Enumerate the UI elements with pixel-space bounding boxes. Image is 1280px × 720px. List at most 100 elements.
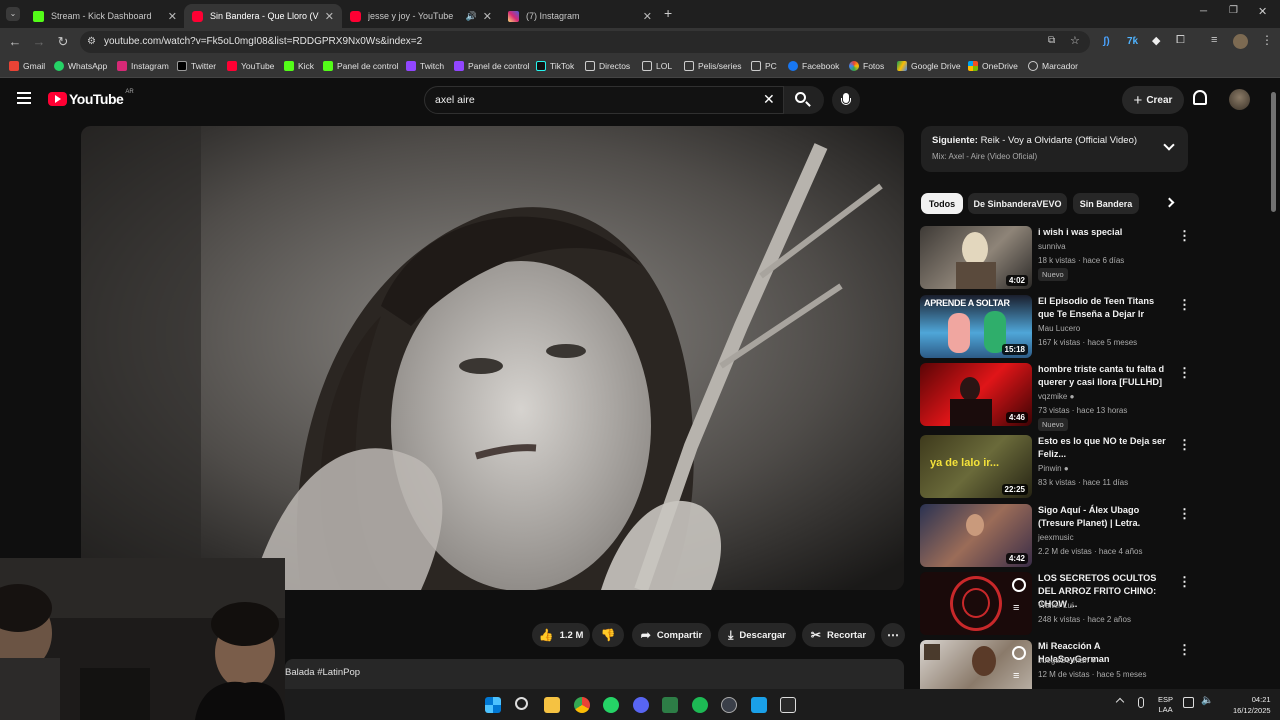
more-options-icon[interactable]: ⋮ — [1178, 365, 1191, 381]
back-button[interactable]: ← — [7, 34, 23, 50]
bookmark-onedrive[interactable]: OneDrive — [968, 61, 1018, 71]
extensions-puzzle-icon[interactable]: ⧠ — [1176, 34, 1185, 47]
dislike-button[interactable]: 👎 — [592, 623, 624, 647]
close-icon[interactable]: ✕ — [643, 10, 652, 23]
extension-icon[interactable]: ʃ) — [1103, 36, 1110, 47]
maximize-button[interactable]: ❐ — [1229, 5, 1238, 16]
bookmark-panel-kick[interactable]: Panel de control — [323, 61, 398, 71]
chip-todos[interactable]: Todos — [921, 193, 963, 214]
steam-icon[interactable] — [721, 697, 737, 713]
url-text[interactable]: youtube.com/watch?v=Fk5oL0mgI08&list=RDD… — [104, 36, 422, 47]
more-actions-button[interactable]: ⋯ — [881, 623, 905, 647]
recommendation-item[interactable]: 4:02 i wish i was special sunniva 18 k v… — [920, 226, 1191, 290]
app-icon[interactable] — [751, 697, 767, 713]
network-icon[interactable] — [1183, 697, 1194, 708]
audio-playing-icon[interactable]: 🔊 — [466, 11, 477, 22]
tab-kick-dashboard[interactable]: Stream - Kick Dashboard ✕ — [25, 4, 185, 28]
bookmark-google-drive[interactable]: Google Drive — [897, 61, 961, 71]
whatsapp-icon[interactable] — [603, 697, 619, 713]
add-to-queue-icon[interactable]: ≡ — [1013, 602, 1019, 614]
watch-later-icon[interactable] — [1012, 578, 1026, 592]
watch-later-icon[interactable] — [1012, 646, 1026, 660]
bookmark-twitter[interactable]: Twitter — [177, 61, 216, 71]
reload-button[interactable]: ↻ — [55, 34, 71, 50]
more-options-icon[interactable]: ⋮ — [1178, 228, 1191, 244]
playlist-panel[interactable]: Siguiente: Reik - Voy a Olvidarte (Offic… — [921, 126, 1188, 172]
expand-chevron-icon[interactable] — [1163, 139, 1175, 151]
omnibox[interactable]: ⚙ youtube.com/watch?v=Fk5oL0mgI08&list=R… — [80, 31, 1090, 53]
video-thumbnail[interactable]: 4:46 — [920, 363, 1032, 426]
more-options-icon[interactable]: ⋮ — [1178, 574, 1191, 590]
notifications-bell-icon[interactable] — [1193, 90, 1207, 105]
file-explorer-icon[interactable] — [544, 697, 560, 713]
close-window-button[interactable]: ✕ — [1258, 5, 1267, 18]
bookmark-star-icon[interactable]: ☆ — [1070, 34, 1080, 47]
tab-jesse-y-joy[interactable]: jesse y joy - YouTube 🔊 ✕ — [342, 4, 500, 28]
tab-instagram[interactable]: (7) Instagram ✕ — [500, 4, 660, 28]
youtube-logo[interactable]: YouTube AR — [48, 89, 134, 107]
epic-games-icon[interactable] — [780, 697, 796, 713]
recommendation-item[interactable]: 4:42 Sigo Aquí - Álex Ubago (Tresure Pla… — [920, 504, 1191, 568]
page-scrollbar[interactable] — [1271, 92, 1276, 212]
bookmark-twitch[interactable]: Twitch — [406, 61, 444, 71]
bookmark-youtube[interactable]: YouTube — [227, 61, 274, 71]
minimize-button[interactable]: ─ — [1200, 6, 1207, 17]
profile-avatar[interactable] — [1233, 34, 1248, 49]
bookmark-tiktok[interactable]: TikTok — [536, 61, 574, 71]
download-button[interactable]: ⤓ Descargar — [718, 623, 796, 647]
bookmark-gmail[interactable]: Gmail — [9, 61, 45, 71]
bookmark-marcador[interactable]: Marcador — [1028, 61, 1078, 71]
chip-de-sinbanderavevo[interactable]: De SinbanderaVEVO — [968, 193, 1067, 214]
recommendation-item[interactable]: 4:46 hombre triste canta tu falta d quer… — [920, 363, 1191, 431]
close-icon[interactable]: ✕ — [168, 10, 177, 23]
close-icon[interactable]: ✕ — [325, 10, 334, 23]
bookmark-folder-pelis[interactable]: Pelis/series — [684, 61, 741, 71]
bookmark-folder-directos[interactable]: Directos — [585, 61, 630, 71]
site-info-icon[interactable]: ⚙ — [87, 36, 96, 47]
app-icon[interactable] — [662, 697, 678, 713]
video-thumbnail[interactable]: ≡ — [920, 572, 1032, 635]
chip-sin-bandera[interactable]: Sin Bandera — [1073, 193, 1139, 214]
share-button[interactable]: ➦ Compartir — [632, 623, 711, 647]
video-player[interactable] — [81, 126, 904, 590]
hamburger-menu-icon[interactable] — [17, 92, 31, 104]
recommendation-item[interactable]: APRENDE A SOLTAR 15:18 El Episodio de Te… — [920, 295, 1191, 359]
extension-icon[interactable]: 7ƙ — [1127, 36, 1138, 47]
extension-icon[interactable]: ◆ — [1152, 34, 1160, 47]
new-tab-button[interactable]: + — [664, 5, 672, 21]
account-avatar[interactable] — [1229, 89, 1250, 110]
bookmark-whatsapp[interactable]: WhatsApp — [54, 61, 107, 71]
chips-next-arrow-icon[interactable] — [1164, 197, 1175, 208]
discord-icon[interactable] — [633, 697, 649, 713]
browser-menu-icon[interactable]: ⋮ — [1261, 33, 1273, 47]
close-icon[interactable]: ✕ — [483, 10, 492, 23]
video-thumbnail[interactable]: ya de lalo ir... 22:25 — [920, 435, 1032, 498]
spotify-icon[interactable] — [692, 697, 708, 713]
reading-list-icon[interactable]: ≡ — [1211, 34, 1217, 46]
bookmark-panel-twitch[interactable]: Panel de control — [454, 61, 529, 71]
install-app-icon[interactable]: ⧉ — [1048, 35, 1055, 46]
clip-button[interactable]: ✂ Recortar — [802, 623, 875, 647]
chrome-icon[interactable] — [574, 697, 590, 713]
video-thumbnail[interactable]: APRENDE A SOLTAR 15:18 — [920, 295, 1032, 358]
microphone-icon[interactable] — [1138, 697, 1144, 708]
search-button[interactable] — [784, 86, 824, 114]
bookmark-folder-lol[interactable]: LOL — [642, 61, 672, 71]
tab-sin-bandera[interactable]: Sin Bandera - Que Lloro (Video Oficial) … — [184, 4, 342, 28]
like-button[interactable]: 👍 1.2 M — [532, 623, 590, 647]
voice-search-button[interactable] — [832, 86, 860, 114]
more-options-icon[interactable]: ⋮ — [1178, 437, 1191, 453]
chevron-up-icon[interactable] — [1115, 697, 1125, 707]
more-options-icon[interactable]: ⋮ — [1178, 297, 1191, 313]
search-icon[interactable] — [515, 697, 528, 710]
volume-icon[interactable]: 🔈 — [1201, 695, 1213, 706]
add-to-queue-icon[interactable]: ≡ — [1013, 670, 1019, 682]
bookmark-folder-pc[interactable]: PC — [751, 61, 777, 71]
bookmark-instagram[interactable]: Instagram — [117, 61, 169, 71]
more-options-icon[interactable]: ⋮ — [1178, 506, 1191, 522]
tab-search-button[interactable]: ⌄ — [6, 7, 20, 21]
clear-search-icon[interactable]: ✕ — [763, 91, 775, 108]
bookmark-fotos[interactable]: Fotos — [849, 61, 884, 71]
description-box[interactable]: Balada #LatinPop — [285, 659, 904, 689]
bookmark-kick[interactable]: Kick — [284, 61, 314, 71]
